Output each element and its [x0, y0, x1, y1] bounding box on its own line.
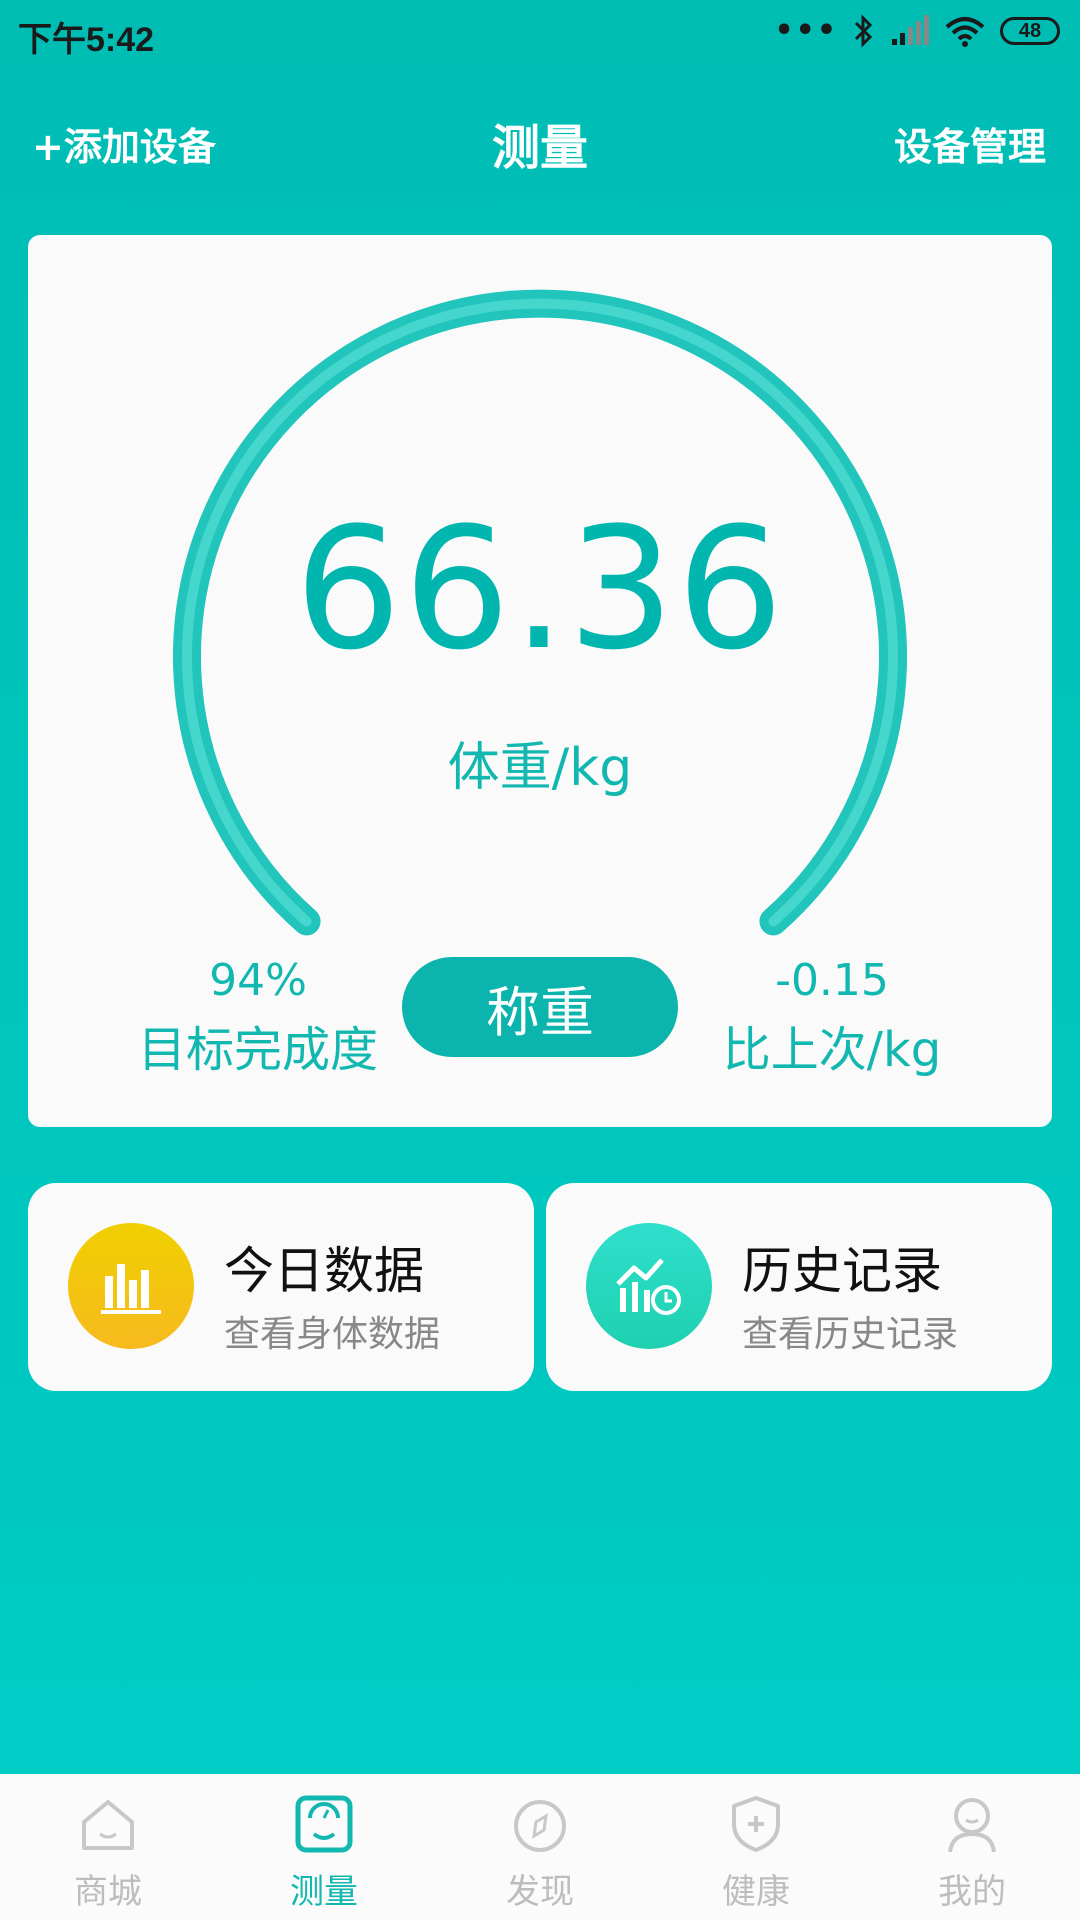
shield-plus-icon [732, 1796, 780, 1852]
nav-item-mall[interactable]: 商城 [0, 1774, 216, 1920]
history-card[interactable]: 历史记录 查看历史记录 [546, 1183, 1052, 1391]
history-subtitle: 查看历史记录 [742, 1314, 959, 1355]
bluetooth-icon [854, 14, 873, 48]
nav-item-mine[interactable]: 我的 [864, 1774, 1080, 1920]
goal-label: 目标完成度 [137, 1022, 378, 1078]
status-bar: 下午5:42 ••• 48 [0, 0, 1080, 70]
signal-icon [892, 15, 929, 45]
home-icon [82, 1800, 134, 1850]
goal-percent: 94% [209, 955, 307, 1006]
weigh-button[interactable]: 称重 [402, 957, 678, 1057]
today-data-subtitle: 查看身体数据 [224, 1314, 441, 1355]
nav-label-health: 健康 [722, 1872, 790, 1912]
weight-unit-label: 体重/kg [447, 738, 633, 798]
compass-icon [514, 1800, 566, 1852]
more-dots-icon: ••• [774, 13, 838, 48]
nav-label-discover: 发现 [506, 1872, 574, 1912]
weight-card: 66.36 体重/kg 94% 目标完成度 称重 -0.15 比上次/kg [28, 235, 1052, 1127]
nav-label-mall: 商城 [74, 1872, 142, 1912]
today-data-card[interactable]: 今日数据 查看身体数据 [28, 1183, 534, 1391]
history-chart-icon [586, 1223, 712, 1349]
wifi-icon [945, 17, 985, 47]
diff-label: 比上次/kg [722, 1022, 942, 1078]
nav-label-mine: 我的 [938, 1872, 1006, 1912]
nav-label-measure: 测量 [290, 1872, 358, 1912]
status-time: 下午5:42 [18, 21, 155, 59]
top-bar: +添加设备 测量 设备管理 [0, 100, 1080, 180]
person-icon [948, 1798, 996, 1853]
today-data-title: 今日数据 [224, 1242, 424, 1300]
battery-icon: 48 [1000, 17, 1060, 45]
device-manage-button[interactable]: 设备管理 [894, 116, 1046, 171]
history-title: 历史记录 [742, 1242, 942, 1300]
status-icons: ••• 48 [774, 14, 1060, 48]
diff-value: -0.15 [775, 955, 889, 1006]
weight-value: 66.36 [294, 491, 786, 687]
nav-item-discover[interactable]: 发现 [432, 1774, 648, 1920]
scale-icon [295, 1795, 353, 1853]
bottom-nav: 商城 测量 发现 健康 我的 [0, 1774, 1080, 1920]
bar-chart-icon [68, 1223, 194, 1349]
nav-item-health[interactable]: 健康 [648, 1774, 864, 1920]
nav-item-measure[interactable]: 测量 [216, 1774, 432, 1920]
